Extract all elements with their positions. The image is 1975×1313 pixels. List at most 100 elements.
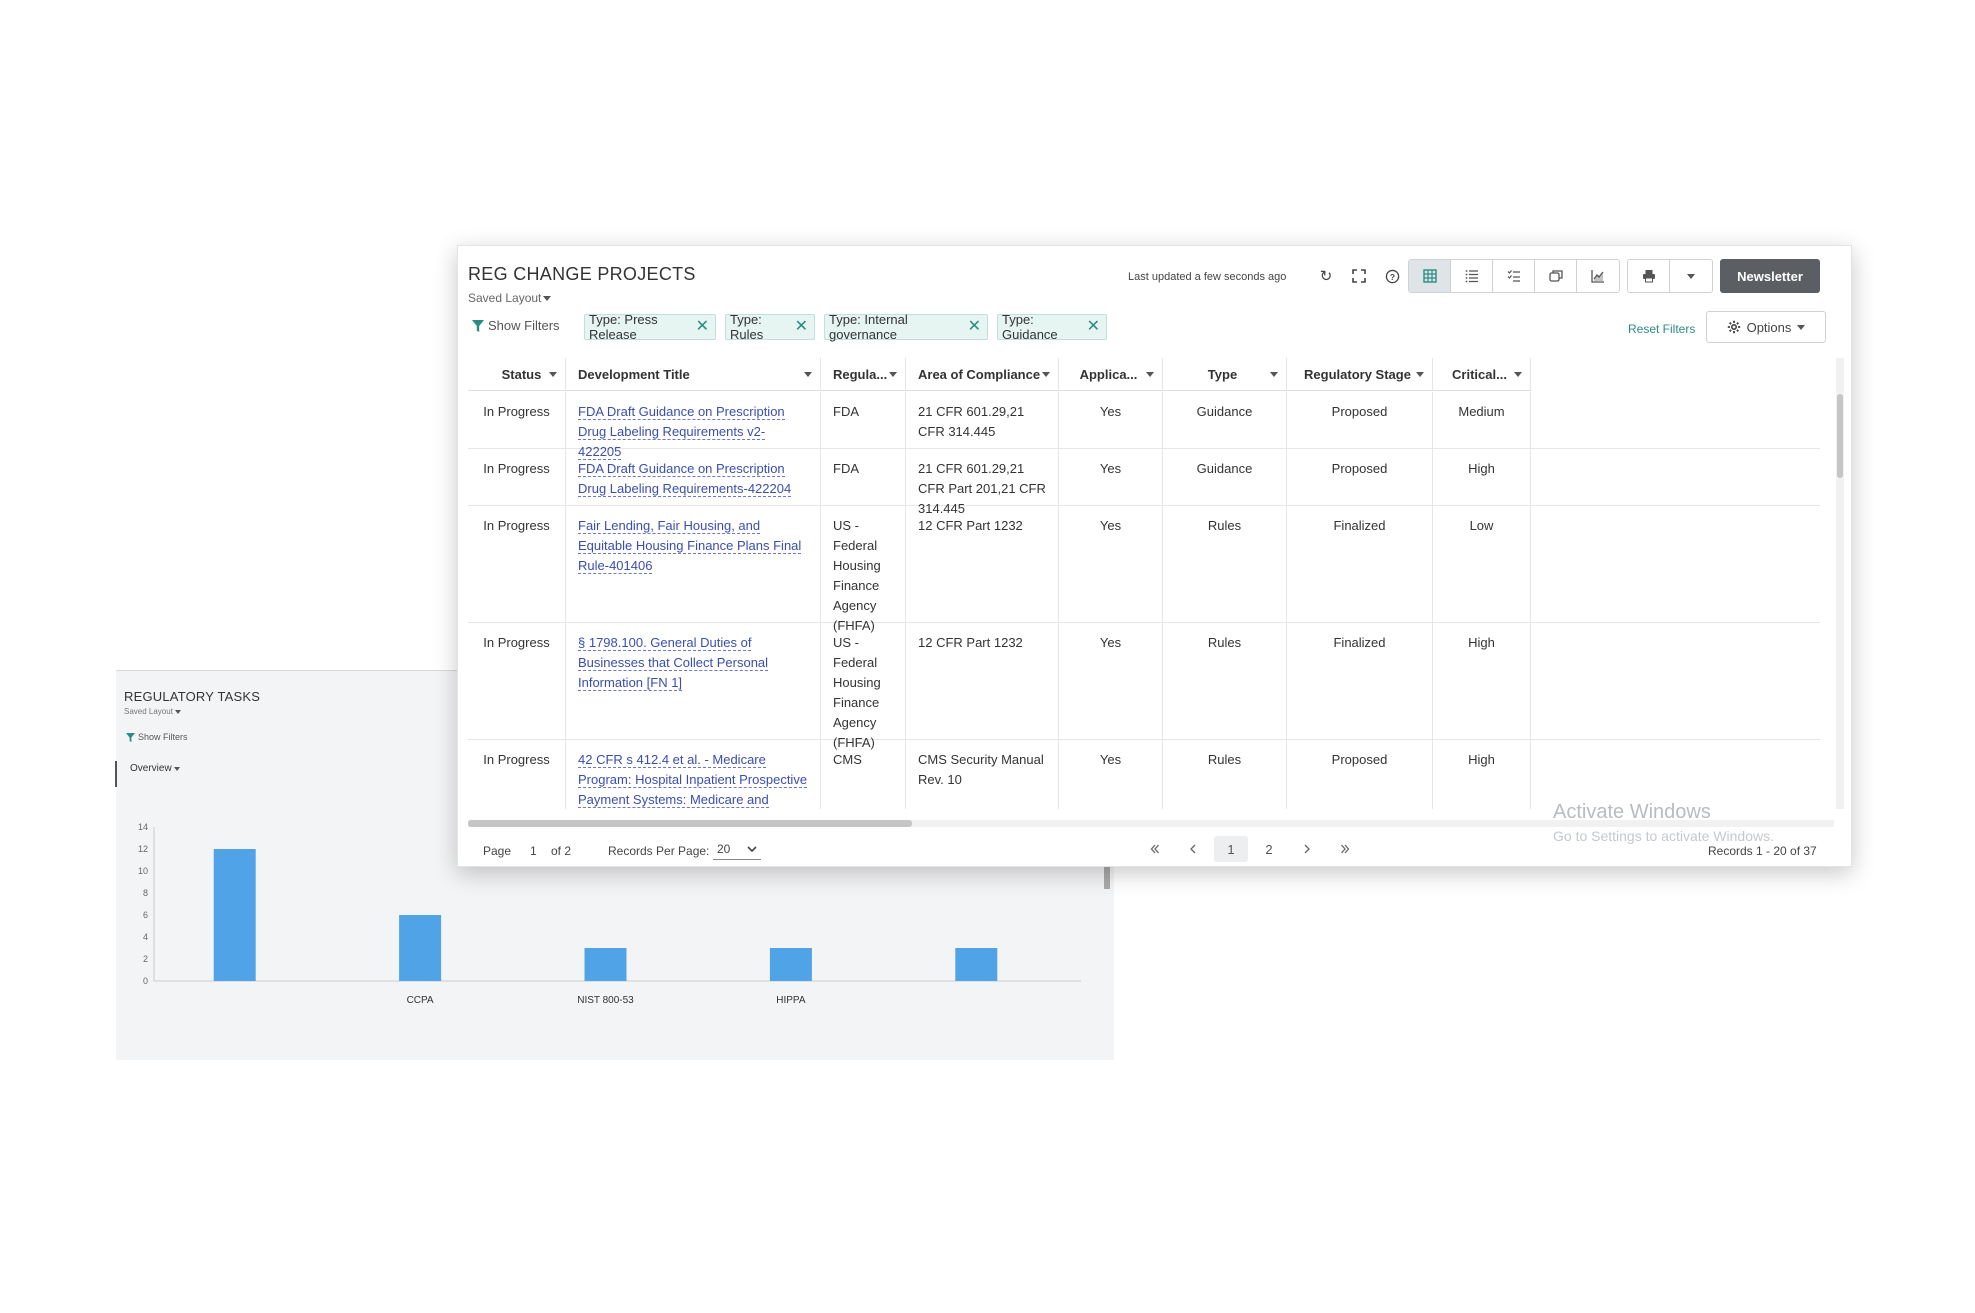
column-menu-caret-icon[interactable] [549,371,557,377]
svg-text:?: ? [1389,271,1394,281]
help-icon[interactable]: ? [1382,266,1402,286]
column-menu-caret-icon[interactable] [889,371,897,377]
bar-3[interactable] [769,948,812,981]
checklist-view-button[interactable] [1493,260,1535,292]
column-menu-caret-icon[interactable] [1514,371,1522,377]
column-header-area-of-compliance[interactable]: Area of Compliance [906,358,1059,391]
chevron-down-icon [175,710,182,714]
column-header-label: Critical... [1452,366,1507,382]
cell-development-title[interactable]: FDA Draft Guidance on Prescription Drug … [566,449,821,505]
grid-view-button[interactable] [1409,260,1451,292]
column-menu-caret-icon[interactable] [1042,371,1050,377]
column-header-status[interactable]: Status [468,358,566,391]
print-menu-button[interactable] [1670,260,1712,292]
reset-filters-link[interactable]: Reset Filters [1628,322,1695,336]
column-header-type[interactable]: Type [1163,358,1287,391]
expand-icon[interactable] [1349,266,1369,286]
close-icon[interactable]: ✕ [696,319,709,335]
cell-text: Guidance [1196,461,1253,476]
cell-development-title[interactable]: § 1798.100. General Duties of Businesses… [566,623,821,739]
print-icon [1642,270,1655,283]
column-menu-caret-icon[interactable] [804,371,812,377]
table-row[interactable]: In Progress § 1798.100. General Duties of… [468,623,1820,750]
bar-2[interactable] [584,948,627,981]
development-title-link[interactable]: FDA Draft Guidance on Prescription Drug … [578,461,792,497]
card-view-button[interactable] [1535,260,1577,292]
close-icon[interactable]: ✕ [968,319,981,335]
cell-text: In Progress [483,404,550,419]
gear-icon [1727,320,1740,334]
vertical-scrollbar-thumb[interactable] [1837,394,1843,478]
bar-1[interactable] [399,915,442,981]
chevron-down-icon [1797,324,1806,330]
table-row[interactable]: In Progress FDA Draft Guidance on Prescri… [468,449,1820,516]
cell-text: High [1468,752,1495,767]
cell-development-title[interactable]: 42 CFR s 412.4 et al. - Medicare Program… [566,740,821,809]
column-header-applicable[interactable]: Applica... [1059,358,1163,391]
column-header-regulatory-stage[interactable]: Regulatory Stage [1287,358,1433,391]
records-per-page-select[interactable]: 20 [713,838,761,860]
table-row[interactable]: In Progress 42 CFR s 412.4 et al. - Medic… [468,740,1820,809]
column-header-criticality[interactable]: Critical... [1433,358,1531,391]
cell-text: In Progress [483,518,550,533]
cell-development-title[interactable]: FDA Draft Guidance on Prescription Drug … [566,392,821,460]
cell-text: High [1468,635,1495,650]
saved-layout-dropdown[interactable]: Saved Layout [468,291,552,305]
page-button-2[interactable]: 2 [1252,836,1286,862]
x-tick-label: HIPPA [776,995,806,1006]
cell-text: Rules [1207,752,1242,767]
first-page-button[interactable] [1138,836,1172,862]
windows-icon [1548,270,1563,282]
overview-dropdown[interactable]: Overview [130,763,181,774]
last-page-button[interactable] [1328,836,1362,862]
tasks-saved-layout[interactable]: Saved Layout [124,707,182,716]
development-title-link[interactable]: § 1798.100. General Duties of Businesses… [578,635,769,691]
filter-icon [472,319,484,332]
cell-criticality: High [1433,449,1531,505]
bar-4[interactable] [955,948,998,981]
options-button[interactable]: Options [1706,311,1826,343]
development-title-link[interactable]: Fair Lending, Fair Housing, and Equitabl… [578,518,802,574]
filter-chip-internal-governance[interactable]: Type: Internal governance ✕ [824,312,988,342]
list-view-button[interactable] [1451,260,1493,292]
chevron-down-icon [543,295,552,301]
prev-page-button[interactable] [1176,836,1210,862]
records-per-page-label: Records Per Page: [608,844,710,858]
table-row[interactable]: In Progress Fair Lending, Fair Housing, a… [468,506,1820,633]
column-header-regulator[interactable]: Regula... [821,358,906,391]
cell-type: Guidance [1163,449,1287,505]
development-title-link[interactable]: 42 CFR s 412.4 et al. - Medicare Program… [578,752,808,809]
close-icon[interactable]: ✕ [795,319,808,335]
last-updated-text: Last updated a few seconds ago [1128,271,1287,283]
chart-view-button[interactable] [1577,260,1619,292]
tasks-scrollbar[interactable] [1104,867,1110,889]
cell-development-title[interactable]: Fair Lending, Fair Housing, and Equitabl… [566,506,821,622]
horizontal-scrollbar-thumb[interactable] [468,820,912,827]
filter-chip-press-release[interactable]: Type: Press Release ✕ [584,312,716,342]
filter-chip-guidance[interactable]: Type: Guidance ✕ [997,312,1107,342]
filter-chip-label: Type: Rules [730,312,764,342]
filter-chip-rules[interactable]: Type: Rules ✕ [725,312,815,342]
column-menu-caret-icon[interactable] [1416,371,1424,377]
cell-applicable: Yes [1059,392,1163,448]
newsletter-button[interactable]: Newsletter [1720,259,1820,293]
next-page-button[interactable] [1290,836,1324,862]
cell-area-of-compliance: CMS Security Manual Rev. 10 [906,740,1059,809]
saved-layout-label: Saved Layout [468,291,542,305]
print-button[interactable] [1628,260,1670,292]
y-tick-label: 0 [143,976,148,986]
column-header-label: Development Title [578,366,690,382]
refresh-icon[interactable]: ↻ [1316,266,1336,286]
filter-chip-label: Type: Internal governance [829,312,908,342]
column-menu-caret-icon[interactable] [1270,371,1278,377]
column-menu-caret-icon[interactable] [1146,371,1154,377]
bar-0[interactable] [213,849,256,981]
close-icon[interactable]: ✕ [1087,319,1100,335]
column-header-development-title[interactable]: Development Title [566,358,821,391]
cell-status: In Progress [468,392,566,448]
tasks-show-filters[interactable]: Show Filters [126,732,188,742]
table-row[interactable]: In Progress FDA Draft Guidance on Prescri… [468,392,1820,460]
cell-text: FDA [833,404,859,419]
page-button-1[interactable]: 1 [1214,836,1248,862]
show-filters-button[interactable]: Show Filters [472,318,560,333]
